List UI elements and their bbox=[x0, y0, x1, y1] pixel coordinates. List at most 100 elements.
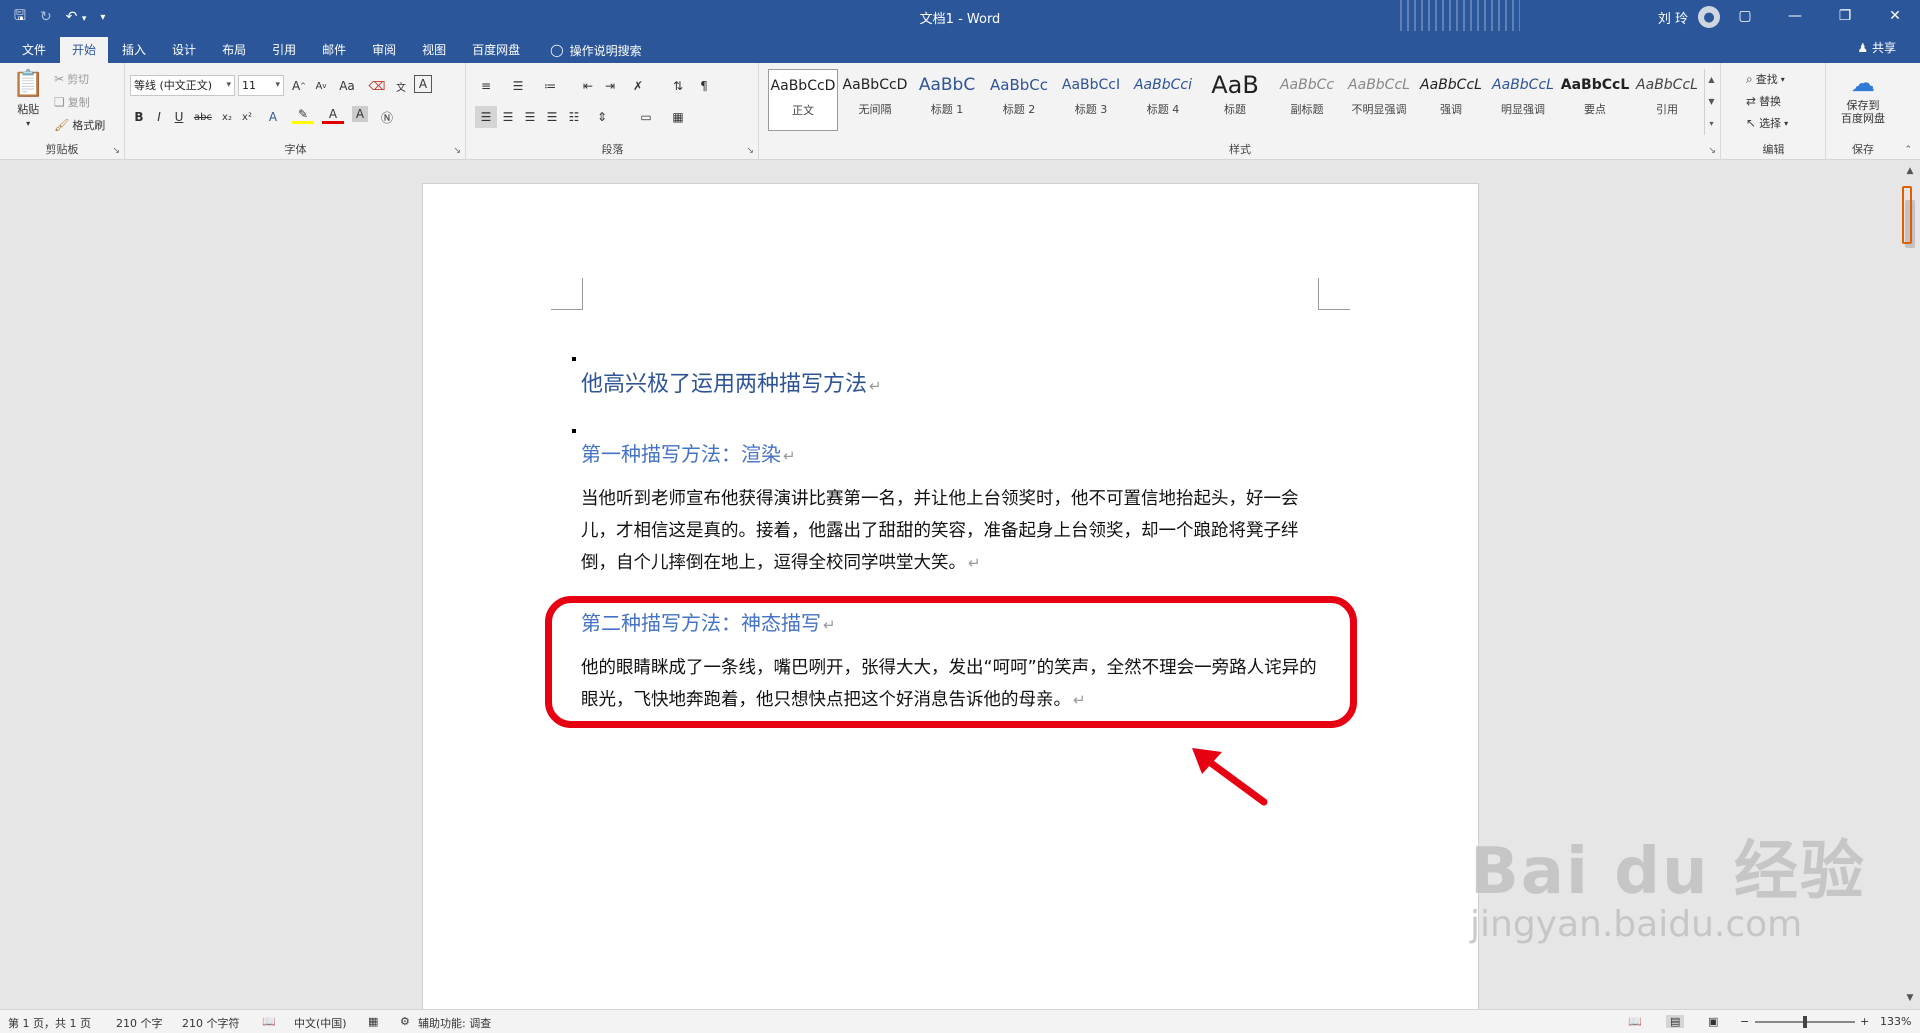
style-no-spacing[interactable]: AaBbCcD 无间隔 bbox=[840, 69, 910, 131]
sort-icon[interactable]: ⇅ bbox=[667, 75, 689, 97]
align-center-icon[interactable]: ☰ bbox=[497, 106, 519, 128]
multilevel-list-icon[interactable]: ≔ bbox=[539, 75, 561, 97]
restore-icon[interactable]: ❐ bbox=[1820, 0, 1870, 31]
cut-button[interactable]: ✂ 剪切 bbox=[54, 71, 89, 87]
word-count[interactable]: 210 个字 bbox=[116, 1015, 163, 1031]
phonetic-guide-icon[interactable]: 文 bbox=[390, 75, 412, 97]
font-size-select[interactable]: 11 ▾ bbox=[238, 75, 284, 96]
scroll-down-icon[interactable]: ▼ bbox=[1900, 993, 1920, 1003]
share-button[interactable]: ♟ 共享 bbox=[1857, 39, 1896, 56]
body-paragraph-1[interactable]: 当他听到老师宣布他获得演讲比赛第一名，并让他上台领奖时，他不可置信地抬起头，好一… bbox=[581, 483, 1326, 579]
print-layout-icon[interactable]: ▤ bbox=[1666, 1015, 1685, 1028]
font-color-icon[interactable]: A bbox=[322, 106, 344, 124]
account[interactable]: 刘 玲 ● bbox=[1658, 6, 1720, 28]
scroll-up-icon[interactable]: ▲ bbox=[1900, 166, 1920, 176]
paste-button[interactable]: 📋 粘贴 ▾ bbox=[12, 69, 44, 128]
collapse-ribbon-icon[interactable]: ⌃ bbox=[1904, 145, 1912, 155]
dialog-launcher-icon[interactable]: ↘ bbox=[112, 146, 120, 156]
character-border-icon[interactable]: A bbox=[414, 75, 432, 93]
tab-references[interactable]: 引用 bbox=[260, 37, 308, 63]
format-painter-button[interactable]: 🖌 格式刷 bbox=[54, 117, 105, 133]
tab-home[interactable]: 开始 bbox=[60, 37, 109, 63]
style-normal[interactable]: AaBbCcD 正文 bbox=[768, 69, 838, 131]
show-marks-icon[interactable]: ¶ bbox=[693, 75, 715, 97]
justify-icon[interactable]: ☰ bbox=[541, 106, 563, 128]
tab-mailings[interactable]: 邮件 bbox=[310, 37, 358, 63]
tab-baidu-netdisk[interactable]: 百度网盘 bbox=[460, 37, 532, 63]
style-quote[interactable]: AaBbCcL 引用 bbox=[1632, 69, 1702, 131]
grow-font-icon[interactable]: A ^ bbox=[288, 75, 310, 97]
scroll-up-icon[interactable]: ▲ bbox=[1705, 69, 1718, 91]
subscript-icon[interactable]: x₂ bbox=[216, 106, 238, 128]
distributed-icon[interactable]: ☷ bbox=[563, 106, 585, 128]
chinese-layout-icon[interactable]: ✗ bbox=[627, 75, 649, 97]
copy-button[interactable]: ❏ 复制 bbox=[54, 94, 90, 110]
enclose-characters-icon[interactable]: Ⓝ bbox=[376, 106, 398, 128]
page-count[interactable]: 第 1 页，共 1 页 bbox=[8, 1015, 91, 1031]
change-case-icon[interactable]: Aa bbox=[336, 75, 358, 97]
ribbon-display-options-icon[interactable]: ▢ bbox=[1720, 0, 1770, 31]
numbering-icon[interactable]: ☰ bbox=[507, 75, 529, 97]
decrease-indent-icon[interactable]: ⇤ bbox=[577, 75, 599, 97]
highlight-icon[interactable]: ✎ bbox=[292, 106, 314, 124]
avatar[interactable]: ● bbox=[1698, 6, 1720, 28]
tab-design[interactable]: 设计 bbox=[160, 37, 208, 63]
style-emphasis[interactable]: AaBbCcL 强调 bbox=[1416, 69, 1486, 131]
tab-layout[interactable]: 布局 bbox=[210, 37, 258, 63]
increase-indent-icon[interactable]: ⇥ bbox=[599, 75, 621, 97]
macro-icon[interactable]: ▦ bbox=[368, 1015, 378, 1028]
minimize-icon[interactable]: — bbox=[1770, 0, 1820, 31]
style-subtle-emphasis[interactable]: AaBbCcL 不明显强调 bbox=[1344, 69, 1414, 131]
heading-1[interactable]: 第一种描写方法：渲染 ↵ bbox=[581, 438, 796, 467]
style-subtitle[interactable]: AaBbCc 副标题 bbox=[1272, 69, 1342, 131]
select-button[interactable]: ↖ 选择 ▾ bbox=[1746, 115, 1788, 131]
language[interactable]: 中文(中国) bbox=[294, 1015, 347, 1031]
scroll-down-icon[interactable]: ▼ bbox=[1705, 91, 1718, 113]
web-layout-icon[interactable]: ▣ bbox=[1708, 1015, 1718, 1028]
zoom-slider-thumb[interactable] bbox=[1803, 1016, 1807, 1028]
italic-icon[interactable]: I bbox=[148, 106, 170, 128]
vertical-scrollbar[interactable]: ▲ ▼ bbox=[1900, 160, 1920, 1009]
document-title[interactable]: 他高兴极了运用两种描写方法 ↵ bbox=[581, 366, 882, 398]
underline-icon[interactable]: U bbox=[168, 106, 190, 128]
font-family-select[interactable]: 等线 (中文正文) ▾ bbox=[130, 75, 235, 96]
character-shading-icon[interactable]: A bbox=[352, 106, 368, 122]
align-right-icon[interactable]: ☰ bbox=[519, 106, 541, 128]
bold-icon[interactable]: B bbox=[128, 106, 150, 128]
shrink-font-icon[interactable]: Av bbox=[310, 75, 332, 97]
dialog-launcher-icon[interactable]: ↘ bbox=[453, 146, 461, 156]
shading-icon[interactable]: ▭ bbox=[635, 106, 657, 128]
find-button[interactable]: ⌕ 查找 ▾ bbox=[1746, 71, 1785, 87]
clear-formatting-icon[interactable]: ⌫ bbox=[366, 75, 388, 97]
borders-icon[interactable]: ▦ bbox=[667, 106, 689, 128]
replace-button[interactable]: ⇄ 替换 bbox=[1746, 93, 1781, 109]
dialog-launcher-icon[interactable]: ↘ bbox=[746, 146, 754, 156]
align-left-icon[interactable]: ☰ bbox=[475, 106, 497, 128]
tab-file[interactable]: 文件 bbox=[10, 37, 58, 63]
zoom-in-icon[interactable]: + bbox=[1860, 1015, 1869, 1028]
save-to-baidu-button[interactable]: ☁ 保存到 百度网盘 bbox=[1827, 69, 1899, 125]
more-styles-icon[interactable]: ▾ bbox=[1705, 113, 1718, 135]
line-spacing-icon[interactable]: ⇕ bbox=[591, 106, 613, 128]
zoom-out-icon[interactable]: − bbox=[1740, 1015, 1749, 1028]
text-effects-icon[interactable]: A bbox=[262, 106, 284, 128]
style-strong[interactable]: AaBbCcL 要点 bbox=[1560, 69, 1630, 131]
accessibility-status[interactable]: 辅助功能: 调查 bbox=[418, 1015, 491, 1031]
tab-view[interactable]: 视图 bbox=[410, 37, 458, 63]
tab-review[interactable]: 审阅 bbox=[360, 37, 408, 63]
strikethrough-icon[interactable]: abc bbox=[192, 106, 214, 128]
superscript-icon[interactable]: x² bbox=[236, 106, 258, 128]
close-icon[interactable]: ✕ bbox=[1870, 0, 1920, 31]
read-mode-icon[interactable]: 📖 bbox=[1628, 1015, 1642, 1028]
style-title[interactable]: AaB 标题 bbox=[1200, 69, 1270, 131]
dialog-launcher-icon[interactable]: ↘ bbox=[1708, 146, 1716, 156]
style-heading-1[interactable]: AaBbC 标题 1 bbox=[912, 69, 982, 131]
char-count[interactable]: 210 个字符 bbox=[182, 1015, 240, 1031]
style-intense-emphasis[interactable]: AaBbCcL 明显强调 bbox=[1488, 69, 1558, 131]
style-heading-3[interactable]: AaBbCcI 标题 3 bbox=[1056, 69, 1126, 131]
style-heading-2[interactable]: AaBbCc 标题 2 bbox=[984, 69, 1054, 131]
tell-me-search[interactable]: ◯ 操作说明搜索 bbox=[550, 37, 641, 63]
bullets-icon[interactable]: ≡ bbox=[475, 75, 497, 97]
zoom-level[interactable]: 133% bbox=[1880, 1015, 1911, 1028]
style-heading-4[interactable]: AaBbCci 标题 4 bbox=[1128, 69, 1198, 131]
